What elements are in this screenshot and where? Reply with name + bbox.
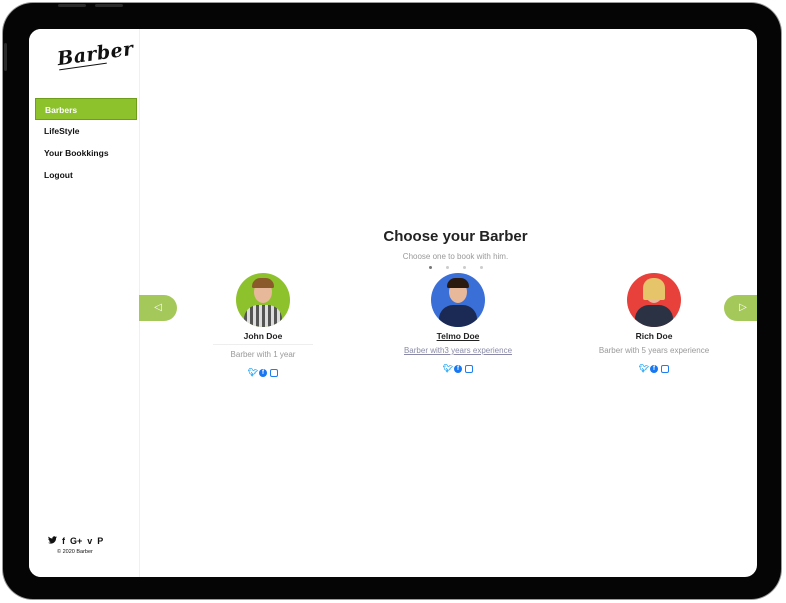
twitter-icon[interactable]: 🐦︎: [639, 365, 649, 373]
googleplus-icon[interactable]: G+: [70, 536, 82, 546]
barber-socials: 🐦︎ f: [574, 365, 734, 373]
screen: Barber Barbers LifeStyle Your Bookkings …: [29, 29, 757, 577]
facebook-icon[interactable]: f: [259, 369, 267, 377]
twitter-icon[interactable]: 🐦︎: [248, 369, 258, 377]
twitter-icon[interactable]: 🐦︎: [443, 365, 453, 373]
sidebar-item-barbers[interactable]: Barbers: [35, 98, 137, 120]
carousel-dot[interactable]: [446, 266, 449, 269]
pinterest-icon[interactable]: P: [97, 536, 103, 546]
side-button: [4, 43, 7, 71]
logo[interactable]: Barber: [56, 38, 135, 70]
copyright: © 2020 Barber: [57, 549, 93, 555]
sidebar-nav: Barbers LifeStyle Your Bookkings Logout: [35, 98, 137, 186]
barber-card[interactable]: Telmo Doe Barber with3 years experience …: [378, 273, 538, 373]
sidebar-social-links: f G+ v P: [48, 536, 103, 546]
avatar-body: [635, 305, 673, 327]
instagram-icon[interactable]: [661, 365, 669, 373]
main-content: Choose your Barber Choose one to book wi…: [139, 29, 757, 577]
facebook-icon[interactable]: f: [454, 365, 462, 373]
avatar-hair: [643, 278, 665, 300]
volume-button: [58, 4, 86, 7]
carousel-dots: [429, 266, 483, 269]
barber-card[interactable]: John Doe Barber with 1 year 🐦︎ f: [183, 273, 343, 377]
avatar-body: [244, 305, 282, 327]
sidebar-item-lifestyle[interactable]: LifeStyle: [35, 120, 137, 142]
power-button: [95, 4, 123, 7]
avatar-hair: [447, 278, 469, 288]
barber-experience: Barber with 5 years experience: [598, 346, 710, 355]
twitter-icon[interactable]: [48, 536, 57, 546]
carousel-dot[interactable]: [463, 266, 466, 269]
sidebar-item-bookings[interactable]: Your Bookkings: [35, 142, 137, 164]
facebook-icon[interactable]: f: [650, 365, 658, 373]
instagram-icon[interactable]: [270, 369, 278, 377]
page-subtitle: Choose one to book with him.: [402, 252, 509, 261]
carousel-dot[interactable]: [429, 266, 432, 269]
barber-experience[interactable]: Barber with3 years experience: [378, 346, 538, 355]
page-title: Choose your Barber: [383, 228, 528, 245]
facebook-icon[interactable]: f: [62, 536, 65, 546]
barber-experience: Barber with 1 year: [230, 350, 296, 359]
barber-socials: 🐦︎ f: [183, 369, 343, 377]
avatar-hair: [252, 278, 274, 288]
sidebar: Barber Barbers LifeStyle Your Bookkings …: [29, 29, 140, 577]
vimeo-icon[interactable]: v: [87, 536, 92, 546]
barber-name: Rich Doe: [635, 331, 673, 341]
avatar: [431, 273, 485, 327]
barber-name[interactable]: Telmo Doe: [378, 331, 538, 341]
divider: [213, 344, 313, 345]
barber-card[interactable]: Rich Doe Barber with 5 years experience …: [574, 273, 734, 373]
avatar: [627, 273, 681, 327]
barber-socials: 🐦︎ f: [378, 365, 538, 373]
barber-name: John Doe: [243, 331, 283, 341]
tablet-frame: Barber Barbers LifeStyle Your Bookkings …: [3, 3, 781, 599]
sidebar-item-logout[interactable]: Logout: [35, 164, 137, 186]
carousel-prev-button[interactable]: ◁: [139, 295, 177, 321]
carousel-dot[interactable]: [480, 266, 483, 269]
avatar: [236, 273, 290, 327]
avatar-body: [439, 305, 477, 327]
instagram-icon[interactable]: [465, 365, 473, 373]
